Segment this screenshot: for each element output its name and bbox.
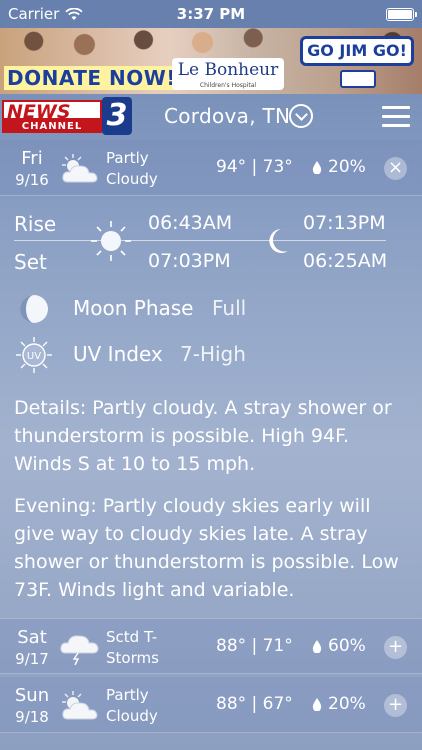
- raindrop-icon: [312, 698, 322, 711]
- ad-banner[interactable]: DONATE NOW! Le Bonheur Children's Hospit…: [0, 28, 422, 94]
- moon-phase-label: Moon Phase: [73, 296, 194, 320]
- hamburger-menu-icon[interactable]: [382, 106, 410, 128]
- sunset-time: 07:03PM: [148, 250, 231, 272]
- ad-donate-text: DONATE NOW!: [4, 66, 179, 90]
- raindrop-icon: [312, 161, 322, 174]
- news3-logo[interactable]: NEWS CHANNEL 3: [2, 97, 132, 135]
- rise-label: Rise: [14, 212, 57, 236]
- uv-index-label: UV Index: [73, 342, 163, 366]
- high-low-temps: 94° | 73°: [216, 157, 293, 177]
- horizon-line: [14, 240, 386, 241]
- forecast-row-sat[interactable]: Sat 9/17 Sctd T- Storms 88° | 71° 60% +: [0, 618, 422, 674]
- day-name: Fri: [21, 148, 43, 169]
- condition-line1: Partly: [106, 149, 149, 167]
- condition-line2: Cloudy: [106, 170, 158, 188]
- day-name: Sun: [14, 685, 50, 706]
- precip-chance: 20%: [328, 694, 366, 714]
- uv-icon-text: UV: [27, 351, 41, 362]
- moonset-time: 06:25AM: [303, 250, 388, 272]
- expand-button[interactable]: +: [384, 694, 407, 717]
- ad-sign: GO JIM GO!: [300, 36, 414, 66]
- moon-phase-value: Full: [212, 296, 247, 320]
- raindrop-icon: [312, 640, 322, 653]
- ad-bike-icon: [340, 70, 376, 88]
- uv-index-value: 7-High: [180, 342, 246, 366]
- day-name: Sat: [17, 627, 47, 648]
- wifi-icon: [65, 7, 83, 20]
- status-left: Carrier: [8, 5, 83, 23]
- set-label: Set: [14, 250, 47, 274]
- condition-text: Sctd T- Storms: [106, 627, 206, 669]
- day-date: 9/16: [15, 171, 49, 189]
- expand-button[interactable]: +: [384, 636, 407, 659]
- high-low-temps: 88° | 71°: [216, 636, 293, 656]
- logo-news-text: NEWS: [2, 100, 102, 122]
- ad-logo-subtext: Children's Hospital: [199, 82, 257, 89]
- carrier-label: Carrier: [8, 5, 60, 23]
- condition-line1: Sctd T-: [106, 628, 158, 646]
- collapse-button[interactable]: ×: [384, 157, 407, 180]
- day-date: 9/18: [15, 708, 49, 726]
- moonrise-time: 07:13PM: [303, 212, 386, 234]
- day-details-text: Details: Partly cloudy. A stray shower o…: [14, 397, 392, 475]
- moon-icon: [269, 229, 288, 253]
- evening-details-text: Evening: Partly cloudy skies early will …: [14, 495, 399, 601]
- precip-chance: 20%: [328, 157, 366, 177]
- forecast-row-sun[interactable]: Sun 9/18 Partly Cloudy 88° | 67° 20% +: [0, 677, 422, 733]
- condition-line1: Partly: [106, 686, 149, 704]
- logo-number: 3: [102, 97, 132, 135]
- status-bar: Carrier 3:37 PM: [0, 0, 422, 28]
- battery-icon: [386, 7, 417, 21]
- partly-cloudy-icon: [62, 691, 98, 720]
- sun-icon: [91, 221, 131, 261]
- condition-line2: Storms: [106, 649, 159, 667]
- location-title[interactable]: Cordova, TN: [164, 104, 290, 128]
- app-header: NEWS CHANNEL 3 Cordova, TN: [0, 94, 422, 140]
- condition-line2: Cloudy: [106, 707, 158, 725]
- day-date: 9/17: [15, 650, 49, 668]
- precip-chance: 60%: [328, 636, 366, 656]
- uv-index-row: UV UV Index 7-High: [0, 335, 422, 375]
- condition-text: Partly Cloudy: [106, 685, 206, 727]
- moon-phase-icon: [20, 295, 48, 323]
- location-dropdown-icon[interactable]: [289, 104, 313, 128]
- moon-phase-row: Moon Phase Full: [0, 289, 422, 329]
- partly-cloudy-icon: [62, 154, 98, 183]
- logo-channel-text: CHANNEL: [2, 120, 102, 133]
- sunrise-time: 06:43AM: [148, 212, 233, 234]
- sun-moon-times: Rise Set 06:43AM 07:03PM 07:13PM 06:25AM: [0, 196, 422, 286]
- condition-text: Partly Cloudy: [106, 148, 206, 190]
- today-forecast-row[interactable]: Fri 9/16 Partly Cloudy 94° | 73° 20% ×: [0, 140, 422, 196]
- uv-index-icon: UV: [16, 337, 52, 373]
- thunderstorm-icon: [60, 635, 99, 665]
- ad-logo-text: Le Bonheur: [177, 60, 279, 80]
- high-low-temps: 88° | 67°: [216, 694, 293, 714]
- ad-hospital-logo: Le Bonheur Children's Hospital: [172, 58, 284, 90]
